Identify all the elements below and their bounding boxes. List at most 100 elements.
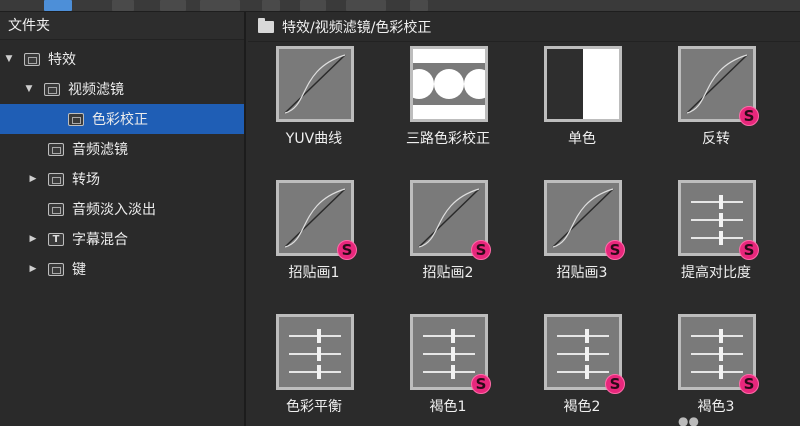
effect-tile[interactable]: S 招贴画2: [398, 180, 498, 292]
slider-knob: [719, 231, 723, 245]
slider-line: [289, 347, 341, 361]
add-button[interactable]: [200, 0, 240, 11]
effect-badge-icon: S: [739, 240, 759, 260]
slider-knob: [719, 365, 723, 379]
slider-line: [423, 365, 475, 379]
info-button[interactable]: [410, 0, 428, 11]
expand-arrow-icon[interactable]: ▶: [28, 174, 38, 184]
effect-thumbnail: [410, 46, 488, 122]
tree-item-audio-fade[interactable]: 音频淡入淡出: [0, 194, 244, 224]
effect-tile[interactable]: S 褐色1: [398, 314, 498, 426]
effect-preview: [413, 49, 485, 119]
effect-tile[interactable]: S 提高对比度: [666, 180, 766, 292]
slider-knob: [719, 329, 723, 343]
slider-knob: [719, 213, 723, 227]
effect-badge-icon: S: [605, 240, 625, 260]
effect-badge-icon: S: [337, 240, 357, 260]
effect-tile[interactable]: 单色: [532, 46, 632, 158]
tree-item-label: 键: [72, 262, 86, 278]
effect-tile[interactable]: S 招贴画3: [532, 180, 632, 292]
transition-icon: [48, 172, 64, 186]
tree-item-color-correction[interactable]: 色彩校正: [0, 104, 244, 134]
effect-label: YUV曲线: [285, 131, 343, 147]
effect-thumbnail: S: [410, 180, 491, 260]
slider-knob: [317, 329, 321, 343]
expand-arrow-icon[interactable]: ▼: [24, 84, 34, 94]
tree-item-effects[interactable]: ▼ 特效: [0, 44, 244, 74]
expand-arrow-icon[interactable]: ▼: [4, 54, 14, 64]
effect-badge-icon: S: [471, 240, 491, 260]
effect-thumbnail: S: [276, 180, 357, 260]
title-text-icon: T: [48, 232, 64, 246]
tree-item-keys[interactable]: ▶ 键: [0, 254, 244, 284]
folder-icon: [24, 52, 40, 66]
effect-preview: [279, 49, 351, 119]
folder-icon: [44, 82, 60, 96]
tree-item-label: 音频滤镜: [72, 142, 128, 158]
breadcrumb: 特效/视频滤镜/色彩校正: [248, 12, 800, 42]
effect-tile[interactable]: S 反转: [666, 46, 766, 158]
key-icon: [48, 262, 64, 276]
slider-line: [691, 213, 743, 227]
expand-arrow-icon[interactable]: ▶: [28, 234, 38, 244]
sliders-icon: [691, 195, 743, 245]
resize-grip-icon: ●●: [678, 414, 699, 426]
effect-thumbnail: S: [410, 314, 491, 394]
effect-label: 褐色3: [697, 399, 735, 415]
effect-tile[interactable]: S 褐色3: [666, 314, 766, 426]
monochrome-white-half: [583, 49, 619, 119]
effect-label: 褐色2: [563, 399, 601, 415]
list-button[interactable]: [300, 0, 326, 11]
effect-label: 单色: [568, 131, 596, 147]
slider-line: [557, 365, 609, 379]
effect-thumbnail: S: [678, 180, 759, 260]
effect-label: 招贴画2: [422, 265, 474, 281]
effect-label: 三路色彩校正: [406, 131, 490, 147]
view-button[interactable]: [44, 0, 72, 11]
breadcrumb-path: 特效/视频滤镜/色彩校正: [282, 19, 432, 36]
sliders-icon: [557, 329, 609, 379]
effect-label: 招贴画1: [288, 265, 340, 281]
slider-knob: [451, 329, 455, 343]
tree-item-video-filters[interactable]: ▼ 视频滤镜: [0, 74, 244, 104]
slider-knob: [585, 365, 589, 379]
slider-line: [691, 231, 743, 245]
effect-thumbnail: [544, 46, 622, 122]
effect-tile[interactable]: S 招贴画1: [264, 180, 364, 292]
color-wheels-icon: [413, 63, 485, 105]
tree-item-title-mix[interactable]: ▶ T 字幕混合: [0, 224, 244, 254]
folder-panel: 文件夹 ▼ 特效 ▼ 视频滤镜 色彩校正 音频滤镜 ▶ 转场 音频淡入淡出 ▶ …: [0, 12, 246, 426]
effect-thumbnail: S: [678, 314, 759, 394]
up-button[interactable]: [112, 0, 134, 11]
refresh-button[interactable]: [262, 0, 280, 11]
tree-item-label: 音频淡入淡出: [72, 202, 156, 218]
audio-fade-icon: [48, 202, 64, 216]
grid-button[interactable]: [346, 0, 386, 11]
effect-tile[interactable]: YUV曲线: [264, 46, 364, 158]
expand-arrow-icon[interactable]: ▶: [28, 264, 38, 274]
slider-line: [691, 365, 743, 379]
effect-badge-icon: S: [471, 374, 491, 394]
folder-panel-title: 文件夹: [0, 12, 244, 40]
slider-line: [557, 329, 609, 343]
slider-line: [557, 347, 609, 361]
effect-tile[interactable]: 色彩平衡: [264, 314, 364, 426]
slider-knob: [451, 347, 455, 361]
slider-line: [423, 329, 475, 343]
monochrome-icon: [547, 49, 583, 119]
slider-line: [289, 365, 341, 379]
effect-thumbnail: [276, 314, 354, 390]
slider-knob: [719, 195, 723, 209]
effect-badge-icon: S: [739, 106, 759, 126]
effect-tile[interactable]: 三路色彩校正: [398, 46, 498, 158]
effect-label: 反转: [702, 131, 730, 147]
tree-item-label: 字幕混合: [72, 232, 128, 248]
filter-folder-icon: [68, 112, 84, 126]
link-button[interactable]: [160, 0, 186, 11]
slider-line: [691, 329, 743, 343]
tree-item-label: 视频滤镜: [68, 82, 124, 98]
effect-tile[interactable]: S 褐色2: [532, 314, 632, 426]
tree-item-transitions[interactable]: ▶ 转场: [0, 164, 244, 194]
tree-item-audio-filters[interactable]: 音频滤镜: [0, 134, 244, 164]
effect-label: 褐色1: [429, 399, 467, 415]
